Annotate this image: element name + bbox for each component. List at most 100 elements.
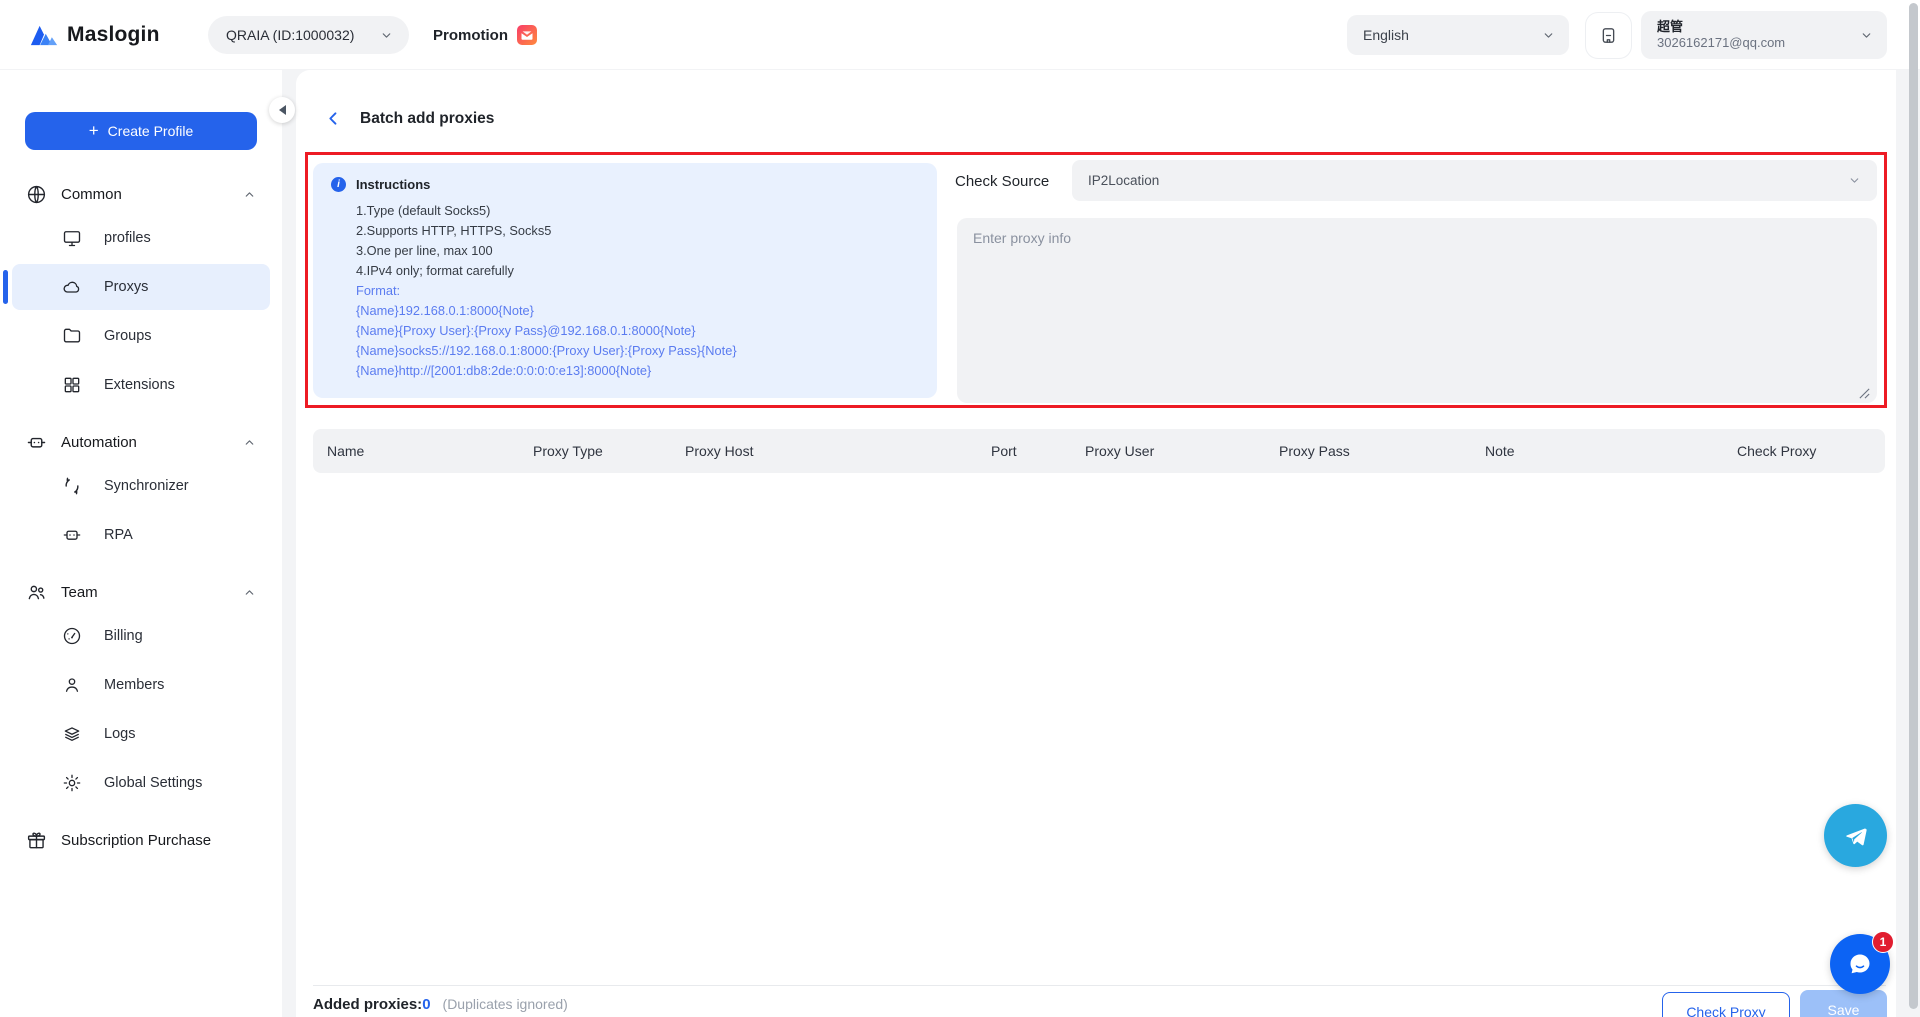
gauge-icon bbox=[62, 626, 82, 646]
robot-icon bbox=[62, 525, 82, 545]
instructions-title: Instructions bbox=[356, 177, 430, 192]
proxy-table-header: Name Proxy Type Proxy Host Port Proxy Us… bbox=[313, 429, 1885, 473]
sidebar: + Create Profile Common bbox=[0, 70, 282, 1017]
column-header-note: Note bbox=[1485, 443, 1737, 459]
instruction-line: 2.Supports HTTP, HTTPS, Socks5 bbox=[356, 221, 919, 241]
promotion-label: Promotion bbox=[433, 27, 508, 44]
plus-icon: + bbox=[89, 121, 99, 141]
sidebar-collapse-button[interactable] bbox=[269, 97, 295, 123]
nav-item-label: Groups bbox=[104, 328, 152, 344]
format-line: {Name}{Proxy User}:{Proxy Pass}@192.168.… bbox=[356, 321, 919, 341]
sidebar-item-extensions[interactable]: Extensions bbox=[12, 362, 270, 408]
sidebar-section-team[interactable]: Team bbox=[0, 574, 282, 610]
nav-item-label: Global Settings bbox=[104, 775, 202, 791]
section-label: Common bbox=[61, 186, 122, 203]
document-button[interactable] bbox=[1586, 13, 1631, 58]
nav-section-team: Team Billing Members bbox=[0, 574, 282, 806]
nav-item-label: Members bbox=[104, 677, 164, 693]
instructions-body: 1.Type (default Socks5) 2.Supports HTTP,… bbox=[356, 201, 919, 381]
added-proxies-label: Added proxies: bbox=[313, 996, 422, 1013]
check-source-label: Check Source bbox=[955, 167, 1049, 195]
nav-section-automation: Automation Synchronizer RPA bbox=[0, 424, 282, 558]
sidebar-item-billing[interactable]: Billing bbox=[12, 613, 270, 659]
column-header-port: Port bbox=[991, 443, 1085, 459]
added-proxies-count: 0 bbox=[422, 996, 430, 1013]
instruction-line: 1.Type (default Socks5) bbox=[356, 201, 919, 221]
chevron-up-icon bbox=[243, 436, 256, 449]
telegram-button[interactable] bbox=[1824, 804, 1887, 867]
chat-notification-badge: 1 bbox=[1872, 931, 1894, 953]
instruction-line: 4.IPv4 only; format carefully bbox=[356, 261, 919, 281]
instructions-panel: i Instructions 1.Type (default Socks5) 2… bbox=[313, 163, 937, 398]
column-header-proxy-pass: Proxy Pass bbox=[1279, 443, 1485, 459]
user-email: 3026162171@qq.com bbox=[1657, 35, 1785, 51]
active-indicator bbox=[3, 270, 8, 304]
language-label: English bbox=[1363, 27, 1409, 43]
check-source-value: IP2Location bbox=[1088, 173, 1159, 188]
user-name: 超管 bbox=[1657, 19, 1785, 35]
gear-icon bbox=[62, 773, 82, 793]
check-source-select[interactable]: IP2Location bbox=[1072, 160, 1877, 201]
brand-logo-icon bbox=[30, 23, 58, 47]
workspace-selector-label: QRAIA (ID:1000032) bbox=[226, 27, 354, 43]
format-line: {Name}192.168.0.1:8000{Note} bbox=[356, 301, 919, 321]
gift-icon bbox=[26, 830, 47, 851]
robot-icon bbox=[26, 432, 47, 453]
promotion-link[interactable]: Promotion bbox=[433, 0, 537, 70]
back-button[interactable] bbox=[324, 109, 343, 128]
grid-icon bbox=[62, 375, 82, 395]
team-icon bbox=[26, 582, 47, 603]
chat-icon bbox=[1844, 948, 1876, 980]
folder-icon bbox=[62, 326, 82, 346]
cloud-icon bbox=[62, 277, 82, 297]
format-label: Format: bbox=[356, 281, 919, 301]
sync-icon bbox=[62, 476, 82, 496]
sidebar-item-members[interactable]: Members bbox=[12, 662, 270, 708]
format-line: {Name}socks5://192.168.0.1:8000:{Proxy U… bbox=[356, 341, 919, 361]
globe-icon bbox=[26, 184, 47, 205]
brand-name: Maslogin bbox=[67, 23, 160, 47]
chevron-up-icon bbox=[243, 188, 256, 201]
section-label: Automation bbox=[61, 434, 137, 451]
sidebar-section-automation[interactable]: Automation bbox=[0, 424, 282, 460]
monitor-icon bbox=[62, 228, 82, 248]
nav-item-label: Subscription Purchase bbox=[61, 832, 211, 849]
sidebar-item-logs[interactable]: Logs bbox=[12, 711, 270, 757]
vertical-scrollbar[interactable] bbox=[1909, 3, 1918, 1009]
save-button[interactable]: Save bbox=[1800, 990, 1887, 1017]
chevron-down-icon bbox=[1542, 29, 1555, 42]
sidebar-item-synchronizer[interactable]: Synchronizer bbox=[12, 463, 270, 509]
create-profile-button[interactable]: + Create Profile bbox=[25, 112, 257, 150]
chevron-down-icon bbox=[380, 29, 393, 42]
nav-item-label: Synchronizer bbox=[104, 478, 189, 494]
sidebar-item-groups[interactable]: Groups bbox=[12, 313, 270, 359]
sidebar-item-proxys[interactable]: Proxys bbox=[12, 264, 270, 310]
nav-item-label: RPA bbox=[104, 527, 133, 543]
sidebar-item-global-settings[interactable]: Global Settings bbox=[12, 760, 270, 806]
column-header-proxy-type: Proxy Type bbox=[533, 443, 685, 459]
nav-item-label: Billing bbox=[104, 628, 143, 644]
proxy-info-input[interactable] bbox=[957, 218, 1877, 403]
duplicates-note: (Duplicates ignored) bbox=[443, 996, 568, 1012]
chevron-down-icon bbox=[1860, 29, 1873, 42]
sidebar-item-profiles[interactable]: profiles bbox=[12, 215, 270, 261]
workspace-selector[interactable]: QRAIA (ID:1000032) bbox=[208, 16, 409, 54]
user-account-menu[interactable]: 超管 3026162171@qq.com bbox=[1641, 11, 1887, 59]
sidebar-section-common[interactable]: Common bbox=[0, 176, 282, 212]
resize-handle-icon[interactable] bbox=[1858, 387, 1871, 405]
check-proxy-button[interactable]: Check Proxy bbox=[1662, 992, 1790, 1017]
column-header-proxy-host: Proxy Host bbox=[685, 443, 991, 459]
column-header-check-proxy: Check Proxy bbox=[1737, 443, 1885, 459]
nav-item-label: Logs bbox=[104, 726, 135, 742]
column-header-proxy-user: Proxy User bbox=[1085, 443, 1279, 459]
top-bar: Maslogin QRAIA (ID:1000032) Promotion bbox=[0, 0, 1920, 70]
sidebar-item-subscription-purchase[interactable]: Subscription Purchase bbox=[0, 822, 282, 858]
triangle-left-icon bbox=[279, 105, 286, 115]
nav-item-label: Extensions bbox=[104, 377, 175, 393]
maslogin-app: Maslogin QRAIA (ID:1000032) Promotion bbox=[0, 0, 1920, 1017]
instruction-line: 3.One per line, max 100 bbox=[356, 241, 919, 261]
language-selector[interactable]: English bbox=[1347, 15, 1569, 55]
nav-item-label: profiles bbox=[104, 230, 151, 246]
format-line: {Name}http://[2001:db8:2de:0:0:0:0:e13]:… bbox=[356, 361, 919, 381]
sidebar-item-rpa[interactable]: RPA bbox=[12, 512, 270, 558]
